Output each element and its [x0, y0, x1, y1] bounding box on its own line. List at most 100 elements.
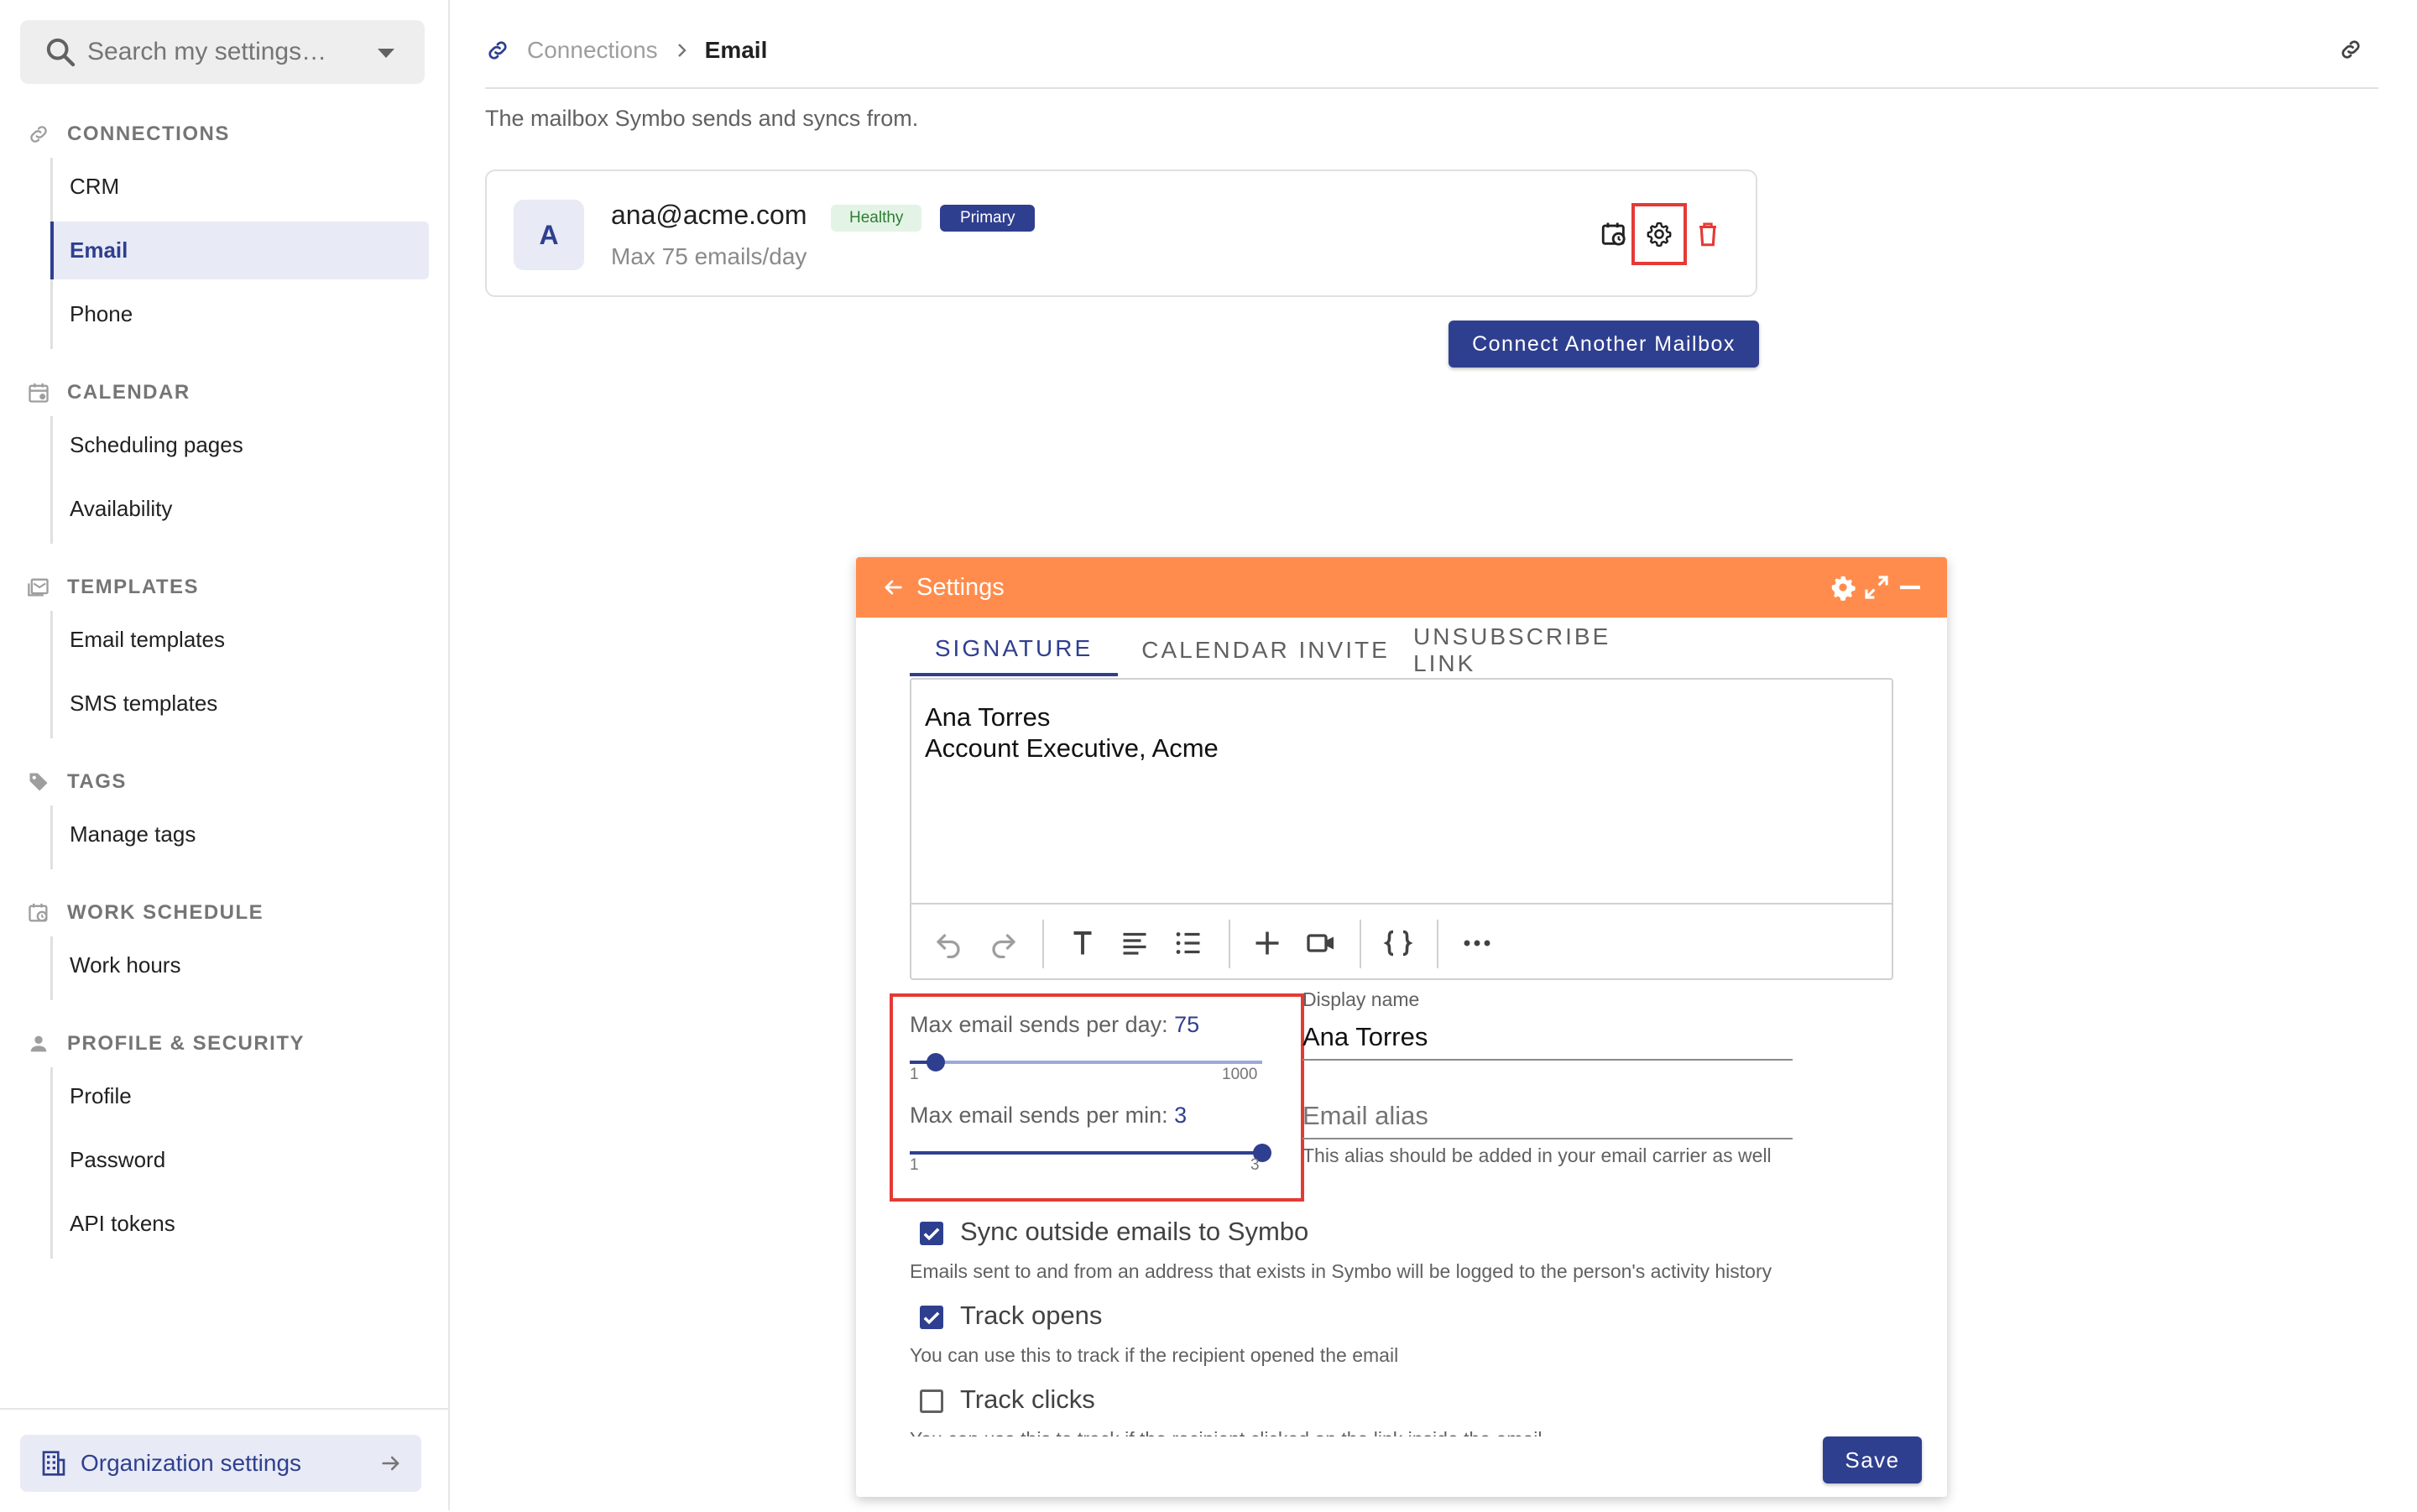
text-format-icon[interactable] [1068, 928, 1098, 958]
slider-fill [910, 1151, 1262, 1155]
more-icon[interactable] [1462, 928, 1492, 958]
sync-outside-emails-checkbox[interactable] [920, 1222, 943, 1245]
sidebar-item-crm[interactable]: CRM [53, 158, 429, 216]
dropdown-caret-icon[interactable] [378, 49, 394, 58]
nav-list-calendar: Scheduling pages Availability [50, 416, 429, 544]
section-work-schedule: WORK SCHEDULE [27, 896, 264, 930]
per-day-min: 1 [910, 1066, 919, 1083]
tab-calendar-invite[interactable]: CALENDAR INVITE [1118, 624, 1413, 676]
sidebar-item-sms-templates[interactable]: SMS templates [53, 675, 429, 733]
organization-settings-label: Organization settings [81, 1450, 302, 1476]
sidebar-item-work-hours[interactable]: Work hours [53, 936, 429, 994]
sidebar-item-profile[interactable]: Profile [53, 1067, 429, 1125]
per-min-label-text: Max email sends per min: [910, 1103, 1168, 1128]
section-profile-security: PROFILE & SECURITY [27, 1027, 305, 1061]
toolbar-divider [1229, 920, 1230, 968]
header-divider [485, 87, 2378, 89]
section-title: CONNECTIONS [67, 123, 230, 145]
settings-search[interactable] [20, 20, 425, 84]
sidebar: CONNECTIONS CRM Email Phone CALENDAR Sch… [0, 0, 450, 1510]
section-title: TEMPLATES [67, 576, 200, 598]
track-opens-checkbox[interactable] [920, 1306, 943, 1329]
sidebar-item-email[interactable]: Email [50, 222, 429, 279]
bullet-list-icon[interactable] [1173, 928, 1203, 958]
per-min-max: 3 [1250, 1156, 1260, 1174]
calendar-clock-icon [29, 903, 48, 922]
tab-signature[interactable]: SIGNATURE [910, 624, 1118, 676]
variable-braces-icon[interactable] [1383, 928, 1413, 958]
redo-icon[interactable] [989, 928, 1019, 958]
breadcrumb-email: Email [704, 37, 768, 63]
settings-panel: Settings SIGNATURE CALENDAR INVITE UNSUB… [856, 557, 1947, 1497]
per-min-min: 1 [910, 1156, 919, 1174]
section-title: TAGS [67, 770, 127, 793]
settings-tabs: SIGNATURE CALENDAR INVITE UNSUBSCRIBE LI… [910, 623, 1680, 676]
checkmark-icon [923, 1311, 940, 1325]
section-tags: TAGS [27, 765, 127, 799]
settings-panel-title: Settings [916, 574, 1005, 601]
arrow-left-icon[interactable] [881, 576, 905, 599]
breadcrumb-connections[interactable]: Connections [527, 37, 658, 64]
minimize-icon[interactable] [1897, 574, 1924, 601]
email-alias-field[interactable] [1302, 1094, 1793, 1139]
sync-outside-emails-label: Sync outside emails to Symbo [960, 1217, 1309, 1246]
track-clicks-help-clip: You can use this to track if the recipie… [910, 1428, 1833, 1436]
video-icon[interactable] [1306, 928, 1336, 958]
link-icon [30, 126, 47, 143]
display-name-field[interactable] [1302, 1015, 1793, 1061]
settings-panel-header: Settings [856, 557, 1947, 618]
sidebar-item-email-templates[interactable]: Email templates [53, 611, 429, 669]
status-badge: Healthy [831, 205, 922, 232]
slider-thumb[interactable] [927, 1053, 946, 1071]
sidebar-item-phone[interactable]: Phone [53, 285, 429, 343]
expand-icon[interactable] [1863, 574, 1890, 601]
section-title: WORK SCHEDULE [67, 901, 264, 924]
track-clicks-label: Track clicks [960, 1384, 1095, 1414]
align-left-icon[interactable] [1120, 928, 1150, 958]
section-title: PROFILE & SECURITY [67, 1032, 305, 1055]
trash-icon[interactable] [1694, 220, 1722, 248]
section-templates: TEMPLATES [27, 571, 199, 604]
mailbox-email: ana@acme.com [611, 200, 807, 230]
sidebar-item-availability[interactable]: Availability [53, 480, 429, 538]
sidebar-footer: Organization settings [0, 1408, 448, 1512]
track-opens-label: Track opens [960, 1301, 1103, 1330]
per-day-label: Max email sends per day: 75 [910, 1012, 1199, 1038]
search-input[interactable] [87, 32, 364, 72]
per-min-slider[interactable] [910, 1138, 1271, 1168]
nav-list-templates: Email templates SMS templates [50, 611, 429, 738]
sync-outside-emails-help: Emails sent to and from an address that … [910, 1260, 1772, 1282]
calendar-clock-icon[interactable] [1600, 220, 1628, 248]
avatar: A [514, 200, 584, 270]
sidebar-item-scheduling-pages[interactable]: Scheduling pages [53, 416, 429, 474]
editor-toolbar [911, 903, 1892, 982]
undo-icon[interactable] [933, 928, 963, 958]
track-clicks-checkbox[interactable] [920, 1389, 943, 1413]
connect-another-mailbox-button[interactable]: Connect Another Mailbox [1449, 321, 1759, 368]
tab-unsubscribe-link[interactable]: UNSUBSCRIBE LINK [1413, 623, 1680, 676]
per-min-label: Max email sends per min: 3 [910, 1103, 1187, 1129]
search-icon [46, 38, 76, 67]
template-icon [28, 578, 49, 597]
save-button[interactable]: Save [1823, 1436, 1922, 1483]
signature-text-area[interactable]: Ana Torres Account Executive, Acme [925, 701, 1865, 894]
per-day-slider[interactable] [910, 1047, 1262, 1077]
sidebar-item-api-tokens[interactable]: API tokens [53, 1195, 429, 1253]
tag-icon [29, 773, 48, 791]
gear-icon[interactable] [1830, 574, 1856, 601]
track-opens-help: You can use this to track if the recipie… [910, 1344, 1399, 1366]
arrow-right-icon [382, 1456, 399, 1471]
per-min-value: 3 [1174, 1103, 1188, 1128]
checkmark-icon [923, 1228, 940, 1241]
nav-list-profile-security: Profile Password API tokens [50, 1067, 429, 1259]
per-day-max: 1000 [1222, 1066, 1258, 1083]
sidebar-item-password[interactable]: Password [53, 1131, 429, 1189]
primary-badge: Primary [940, 205, 1036, 232]
organization-settings-button[interactable]: Organization settings [20, 1435, 421, 1492]
mailbox-limit: Max 75 emails/day [611, 243, 807, 269]
sidebar-item-manage-tags[interactable]: Manage tags [53, 806, 429, 863]
copy-link-icon[interactable] [2338, 37, 2363, 62]
chevron-right-icon [677, 44, 686, 57]
plus-icon[interactable] [1252, 928, 1282, 958]
gear-icon[interactable] [1645, 220, 1673, 248]
